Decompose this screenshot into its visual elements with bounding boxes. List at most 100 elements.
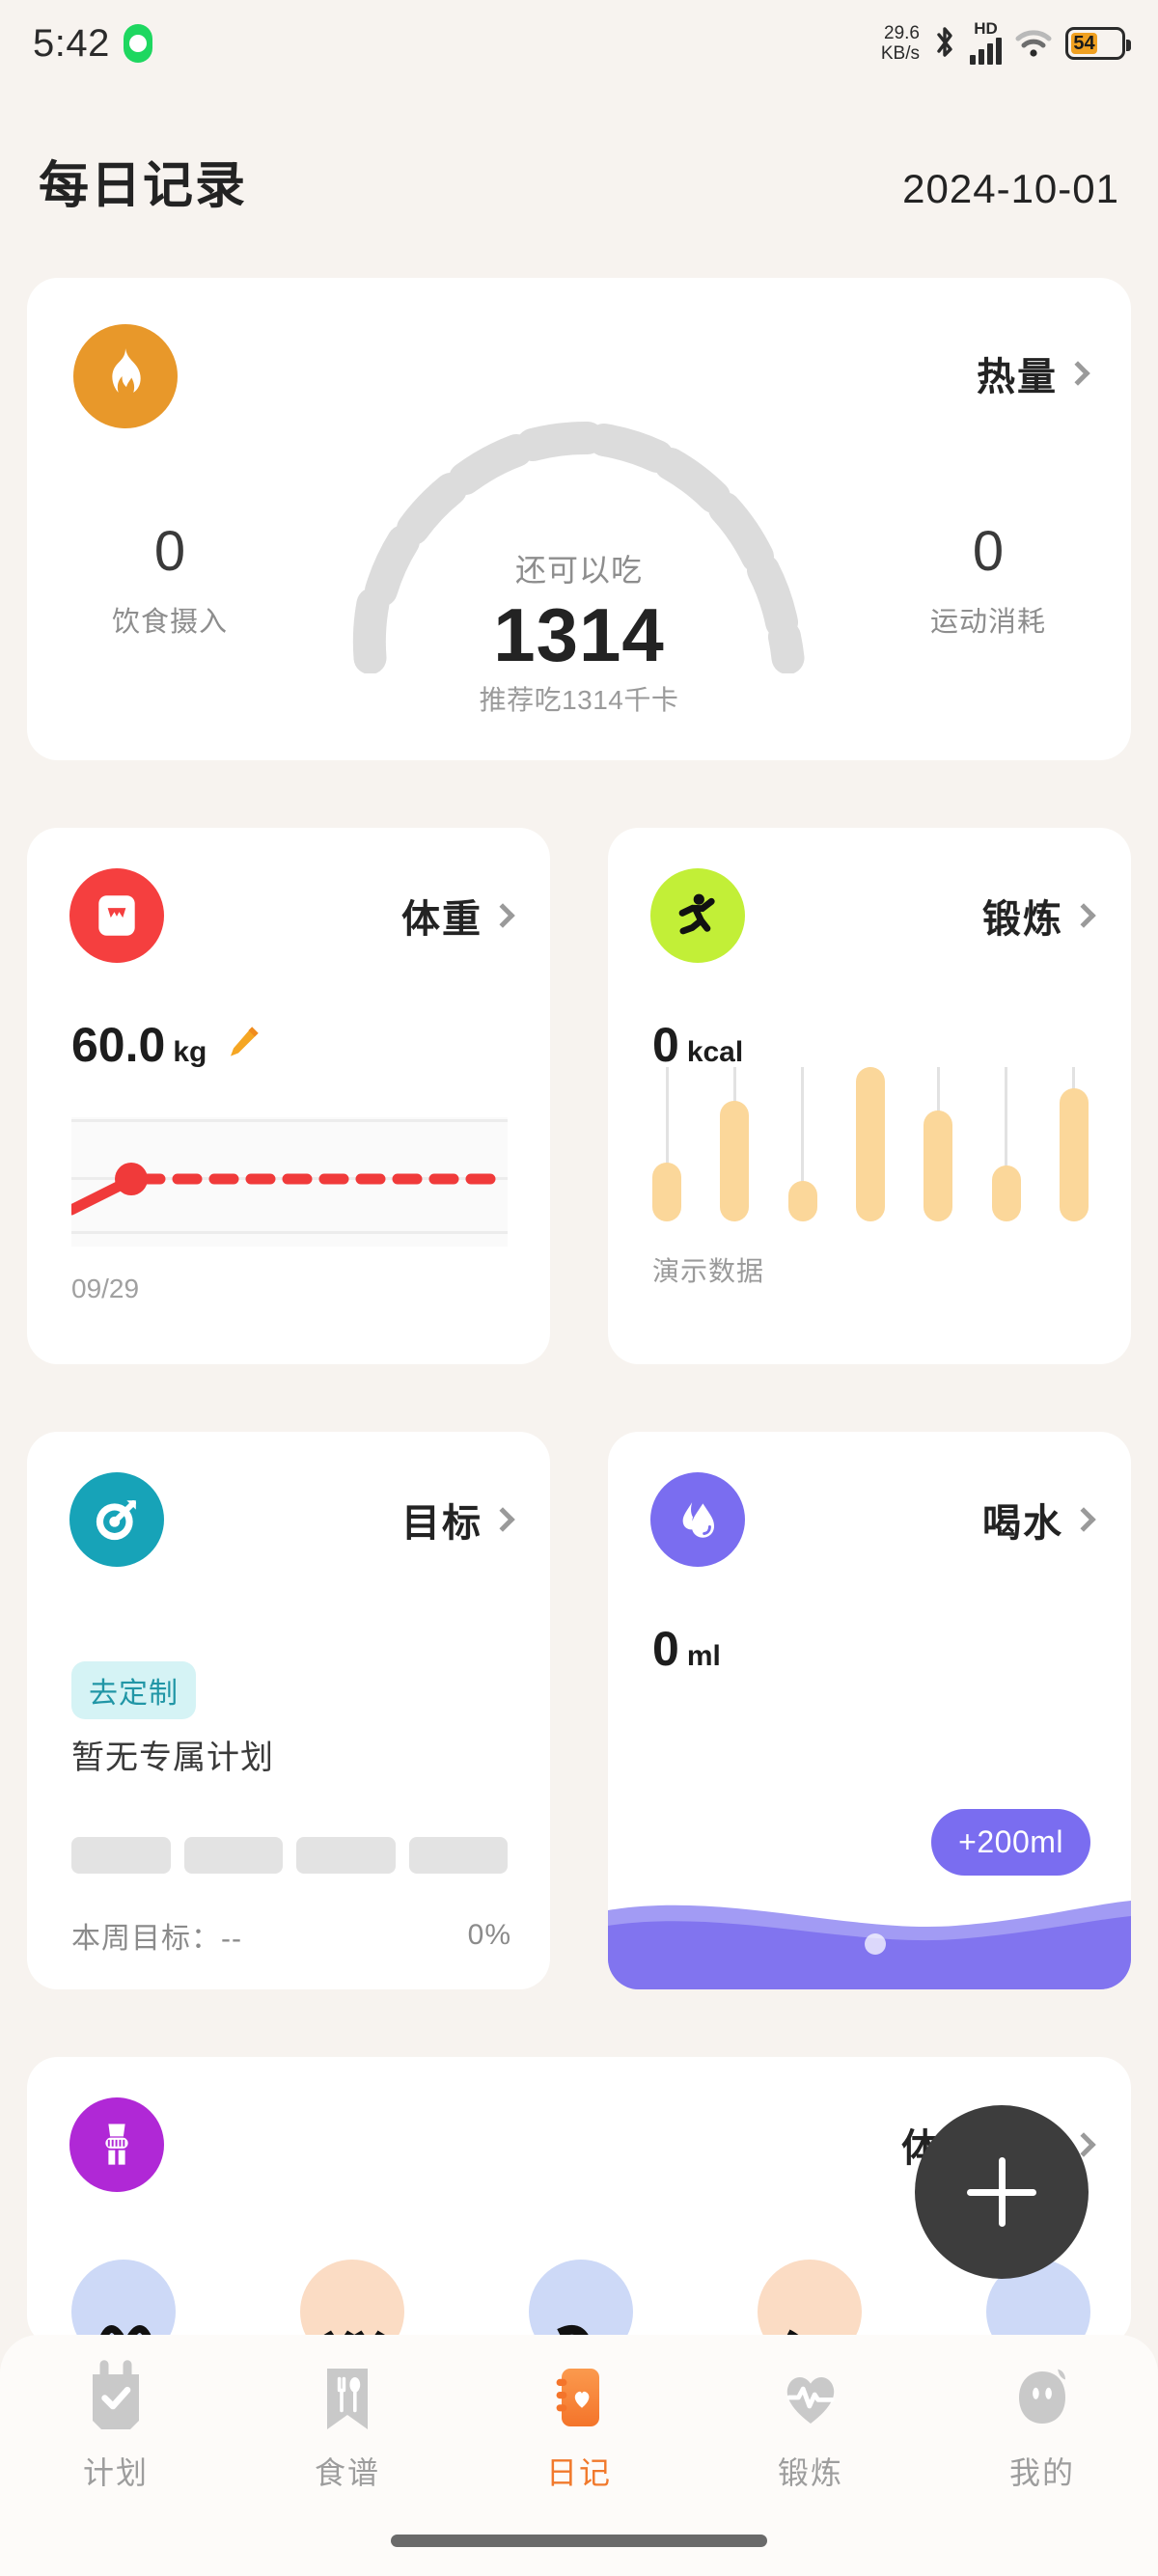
weight-card-title[interactable]: 体重 bbox=[401, 888, 515, 944]
weight-card[interactable]: 体重 60.0 kg 09/29 bbox=[27, 828, 550, 1364]
exercise-bar-fill bbox=[720, 1101, 750, 1221]
chevron-right-icon bbox=[1071, 1507, 1096, 1532]
app-screen: 5:42 29.6 KB/s HD 54 每日记录 2024-10-01 热量 … bbox=[0, 0, 1158, 2576]
exercise-bar-stem bbox=[665, 1067, 669, 1167]
exercise-unit: kcal bbox=[686, 1036, 744, 1068]
weight-scale-icon bbox=[69, 868, 164, 963]
exercise-bar-chart bbox=[652, 1067, 1089, 1221]
calorie-card-title[interactable]: 热量 bbox=[977, 345, 1090, 401]
exercise-bar-fill bbox=[652, 1163, 681, 1221]
body-measure-avatars bbox=[71, 2260, 1090, 2346]
weight-title-label: 体重 bbox=[401, 898, 482, 941]
exercise-bar-fill bbox=[1059, 1088, 1089, 1221]
exercise-bar-fill bbox=[855, 1067, 885, 1221]
calorie-burn-label: 运动消耗 bbox=[929, 607, 1046, 638]
goal-placeholder-bars bbox=[71, 1837, 508, 1874]
goal-card-title[interactable]: 目标 bbox=[401, 1492, 515, 1548]
calorie-gauge-value: 1314 bbox=[493, 592, 665, 677]
exercise-bar-stem bbox=[936, 1067, 940, 1114]
avatar-waist[interactable] bbox=[300, 2260, 404, 2346]
add-water-button[interactable]: +200ml bbox=[931, 1809, 1090, 1876]
customize-badge[interactable]: 去定制 bbox=[71, 1661, 196, 1719]
nav-label-diary: 日记 bbox=[545, 2455, 612, 2490]
calorie-gauge-label: 还可以吃 bbox=[514, 553, 643, 588]
exercise-title-label: 锻炼 bbox=[982, 898, 1063, 941]
calorie-gauge-sub: 推荐吃1314千卡 bbox=[479, 685, 679, 716]
weight-unit: kg bbox=[173, 1036, 207, 1068]
status-time: 5:42 bbox=[33, 21, 110, 65]
weight-date: 09/29 bbox=[71, 1274, 140, 1303]
pencil-icon[interactable] bbox=[224, 1023, 262, 1061]
water-card-head: 喝水 bbox=[650, 1472, 1096, 1567]
running-person-icon bbox=[650, 868, 745, 963]
exercise-card-head: 锻炼 bbox=[650, 868, 1096, 963]
nav-item-exercise[interactable]: 锻炼 bbox=[714, 2360, 907, 2493]
water-card[interactable]: 喝水 0 ml +200ml bbox=[608, 1432, 1131, 1989]
diary-heart-icon bbox=[556, 2369, 599, 2426]
water-card-title[interactable]: 喝水 bbox=[982, 1492, 1096, 1548]
water-title-label: 喝水 bbox=[982, 1502, 1063, 1545]
measuring-tape-icon bbox=[69, 2097, 164, 2192]
goal-title-label: 目标 bbox=[401, 1502, 482, 1545]
page-header: 每日记录 2024-10-01 bbox=[0, 145, 1158, 217]
avatar-chest[interactable] bbox=[71, 2260, 176, 2346]
exercise-bar-fill bbox=[787, 1181, 817, 1221]
water-value: 0 bbox=[652, 1622, 679, 1676]
exercise-bar bbox=[720, 1067, 750, 1221]
exercise-demo-label: 演示数据 bbox=[652, 1256, 765, 1286]
goal-card-head: 目标 bbox=[69, 1472, 515, 1567]
home-indicator[interactable] bbox=[391, 2535, 767, 2547]
weight-value-row: 60.0 kg bbox=[71, 1017, 262, 1073]
nav-item-plan[interactable]: 计划 bbox=[19, 2360, 212, 2493]
avatar-hip[interactable] bbox=[529, 2260, 633, 2346]
exercise-value-row: 0 kcal bbox=[652, 1017, 743, 1073]
exercise-bar bbox=[991, 1067, 1021, 1221]
nav-label-plan: 计划 bbox=[82, 2455, 149, 2490]
weight-card-head: 体重 bbox=[69, 868, 515, 963]
network-speed-value: 29.6 bbox=[884, 23, 920, 43]
nav-item-diary[interactable]: 日记 bbox=[482, 2360, 676, 2493]
flame-icon bbox=[73, 324, 178, 428]
chevron-right-icon bbox=[490, 1507, 515, 1532]
exercise-bar bbox=[924, 1067, 953, 1221]
goal-empty-text: 暂无专属计划 bbox=[71, 1740, 274, 1776]
exercise-card[interactable]: 锻炼 0 kcal 演示数据 bbox=[608, 828, 1131, 1364]
goal-card[interactable]: 目标 去定制 暂无专属计划 本周目标：-- 0% bbox=[27, 1432, 550, 1989]
exercise-bar-stem bbox=[801, 1067, 805, 1186]
calorie-gauge-center: 还可以吃 1314 推荐吃1314千卡 bbox=[318, 546, 840, 718]
network-speed-unit: KB/s bbox=[880, 43, 920, 64]
calorie-card[interactable]: 热量 还可以吃 1314 推荐吃1314千卡 0 饮食摄入 0 运动消耗 bbox=[27, 278, 1131, 760]
bottom-navigation: 计划 食谱 日记 锻炼 我的 bbox=[0, 2335, 1158, 2576]
exercise-bar bbox=[1059, 1067, 1089, 1221]
water-unit: ml bbox=[686, 1640, 721, 1672]
exercise-bar bbox=[652, 1067, 681, 1221]
exercise-bar-stem bbox=[732, 1067, 736, 1106]
water-drop-icon bbox=[650, 1472, 745, 1567]
signal-icon: HD bbox=[970, 20, 1002, 65]
nav-label-recipe: 食谱 bbox=[314, 2455, 380, 2490]
plus-icon bbox=[998, 2157, 1006, 2227]
calorie-intake-value: 0 bbox=[153, 520, 186, 583]
exercise-value: 0 bbox=[652, 1018, 679, 1072]
wifi-icon bbox=[1015, 30, 1052, 57]
nav-item-recipe[interactable]: 食谱 bbox=[251, 2360, 444, 2493]
calorie-burn-stat: 0 运动消耗 bbox=[882, 519, 1094, 640]
exercise-bar-fill bbox=[991, 1165, 1021, 1221]
nav-label-exercise: 锻炼 bbox=[777, 2455, 843, 2490]
avatar-arm[interactable] bbox=[758, 2260, 862, 2346]
nav-item-mine[interactable]: 我的 bbox=[946, 2360, 1139, 2493]
add-record-fab[interactable] bbox=[915, 2105, 1089, 2279]
exercise-bar bbox=[787, 1067, 817, 1221]
signal-bars-icon bbox=[970, 36, 1002, 65]
water-bubble-icon bbox=[865, 1933, 886, 1955]
heart-pulse-icon bbox=[786, 2376, 835, 2424]
date-selector[interactable]: 2024-10-01 bbox=[902, 166, 1119, 212]
exercise-bar-fill bbox=[924, 1110, 953, 1221]
exercise-card-title[interactable]: 锻炼 bbox=[982, 888, 1096, 944]
battery-icon: 54 bbox=[1065, 27, 1131, 60]
goal-percent: 0% bbox=[467, 1919, 511, 1951]
person-icon bbox=[1019, 2369, 1065, 2424]
weight-value: 60.0 bbox=[71, 1018, 166, 1072]
target-icon bbox=[69, 1472, 164, 1567]
battery-level: 54 bbox=[1071, 33, 1097, 54]
